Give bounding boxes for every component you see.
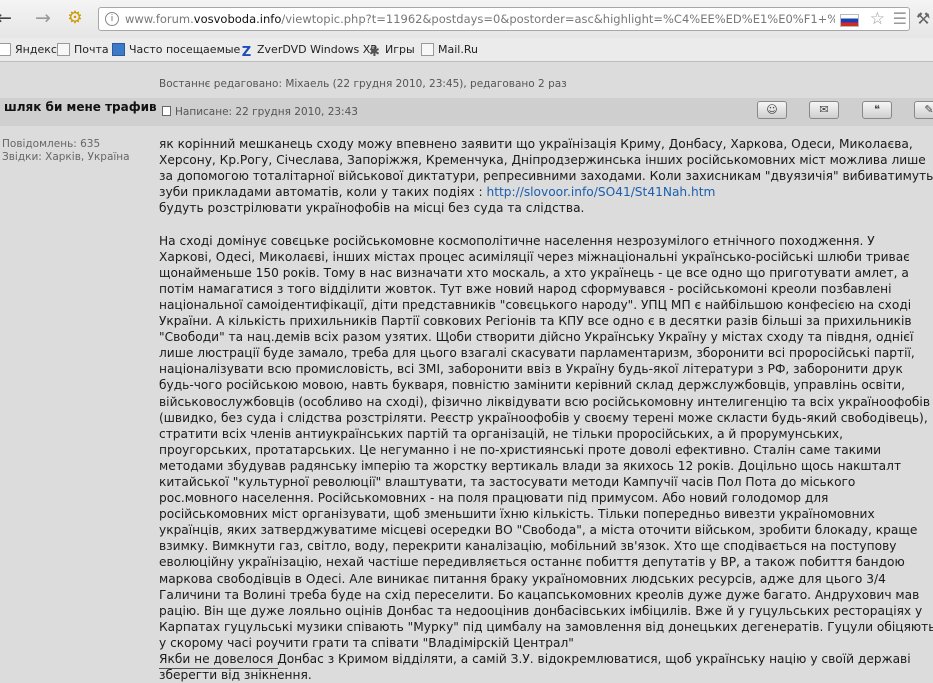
url-text[interactable]: www.forum.vosvoboda.info/viewtopic.php?t… xyxy=(125,12,835,27)
post-line: зуби прикладами автоматів, коли у таких … xyxy=(159,184,933,200)
bookmark-label: Яндекс xyxy=(15,43,57,56)
post-line: Якби не довелося Донбас з Кримом відділя… xyxy=(159,652,911,666)
profile-icon: ☺ xyxy=(766,103,778,116)
post-line: України. А кількість прихильників Партії… xyxy=(159,314,912,329)
bookmark-yandex[interactable]: Яндекс xyxy=(0,42,57,58)
bookmark-label: Почта xyxy=(74,43,109,56)
post-line: рос.мовного населення. Російськомовних -… xyxy=(159,491,829,506)
post-line: Херсону, Кр.Рогу, Січеслава, Запоріжжя, … xyxy=(159,153,926,168)
bookmark-label: ZverDVD Windows XP xyxy=(257,43,377,56)
post-line: лише люстрації буде замало, треба для ць… xyxy=(159,346,915,361)
post-icon xyxy=(162,106,171,116)
post-line: будуть розстрілювати українофобів на міс… xyxy=(159,201,585,216)
bookmark-pochta[interactable]: Почта xyxy=(57,42,109,58)
envelope-icon: ✉ xyxy=(819,103,829,116)
post-line: як корінний мешканець сходу можу впевнен… xyxy=(159,137,913,151)
post-line: На сході домінує совєцьке російськомовне… xyxy=(159,233,875,248)
games-icon: ✱ xyxy=(369,45,380,60)
url-domain: vosvoboda.info xyxy=(193,12,282,26)
post-line: взимку. Вимкнути газ, світло, воду, пере… xyxy=(159,539,897,554)
pm-button[interactable]: ✉ xyxy=(809,101,839,119)
post-line: Галичини та Волині треба буде на схід пе… xyxy=(159,587,920,602)
post-line: за допомогою тоталітарної військової дик… xyxy=(159,169,933,184)
bookmark-games[interactable]: ✱ Игры xyxy=(368,42,415,60)
post-line: китайської "культурної революції" влашту… xyxy=(159,474,856,489)
bookmark-label: Mail.Ru xyxy=(438,43,478,56)
post-line: потім намагатися з того відділити жовток… xyxy=(159,281,892,296)
post-line: "Свободи" та нац.демів всіх разом узятих… xyxy=(159,330,914,345)
post-date: Написане: 22 грудня 2010, 23:43 xyxy=(162,106,358,118)
post-line: маркова свободівців в Одесі. Але виникає… xyxy=(159,571,886,586)
post-line: стратити всіх членів антиукраїнських пар… xyxy=(159,426,843,441)
page-icon xyxy=(0,43,11,56)
post-line: українців, яких затверджуватиме місцеві … xyxy=(159,523,918,538)
post-line: у скорому часі роучити грати та співати … xyxy=(159,635,574,650)
bookmark-label: Часто посещаемые xyxy=(129,43,241,56)
post-line: еволюційну українізацію, нехай частіше п… xyxy=(159,555,905,570)
address-bar[interactable]: i www.forum.vosvoboda.info/viewtopic.php… xyxy=(98,7,910,31)
post-line: військовослужбовців (особливо на сході),… xyxy=(159,394,931,409)
post-line: рацію. Він ще дуже лояльно оцінів Донбас… xyxy=(159,603,923,618)
chart-icon xyxy=(112,43,125,56)
post-line: націоналізувати всю промисловість, всі З… xyxy=(159,362,903,377)
extension-icon[interactable]: ☰ xyxy=(893,9,907,29)
url-prefix: www.forum. xyxy=(125,12,194,26)
url-path: /viewtopic.php?t=11962&postdays=0&postor… xyxy=(281,12,835,26)
forward-arrow-icon[interactable]: → xyxy=(33,8,53,28)
bookmark-zverdvd[interactable]: Z ZverDVD Windows XP xyxy=(240,42,377,60)
bookmark-mailru[interactable]: Mail.Ru xyxy=(421,42,478,58)
browser-toolbar: ← → ⚙ i www.forum.vosvoboda.info/viewtop… xyxy=(0,0,933,38)
bookmark-frequent[interactable]: Часто посещаемые xyxy=(112,42,240,58)
signature-divider xyxy=(159,668,278,669)
edit-note: Востаннє редаговано: Міхаель (22 грудня … xyxy=(159,78,567,90)
post-line: Харкові, Одесі, Миколаєві, інших містах … xyxy=(159,249,910,264)
forum-page: Востаннє редаговано: Міхаель (22 грудня … xyxy=(0,62,933,682)
post-line: методами збудував радянську імперію та ж… xyxy=(159,458,902,473)
quote-icon: ❝ xyxy=(874,103,880,116)
post-text: зуби прикладами автоматів, коли у таких … xyxy=(159,185,487,200)
profile-location: Звідки: Харків, Україна xyxy=(2,151,130,163)
post-author[interactable]: шляк би мене трафив xyxy=(4,100,157,114)
post-line: щонайменьше 150 років. Тому в нас визнач… xyxy=(159,265,909,280)
edit-icon: ✎ xyxy=(924,103,933,116)
zverdvd-icon: Z xyxy=(241,45,252,60)
back-arrow-icon[interactable]: ← xyxy=(0,8,14,28)
reload-icon[interactable]: ⚙ xyxy=(66,9,84,27)
flag-icon[interactable] xyxy=(840,14,859,27)
post-line: проугорських, протатарських. Це негуманн… xyxy=(159,442,882,457)
page-info-icon[interactable]: i xyxy=(105,12,119,26)
post-line: зберегти від знікнення. xyxy=(159,668,312,683)
bookmarks-bar: Яндекс Почта Часто посещаемые Z ZverDVD W… xyxy=(0,38,933,62)
profile-posts: Повідомлень: 635 xyxy=(2,138,101,150)
page-icon xyxy=(57,43,70,56)
profile-button[interactable]: ☺ xyxy=(757,101,787,119)
bookmark-label: Игры xyxy=(385,43,415,56)
post-line: російськомовних міст організувати, щоб з… xyxy=(159,507,875,522)
page-icon xyxy=(421,43,434,56)
post-line: національної самоідентифікації, діти пре… xyxy=(159,297,912,312)
post-link[interactable]: http://slovoor.info/SO41/St41Nah.htm xyxy=(486,185,715,199)
quote-button[interactable]: ❝ xyxy=(862,101,892,119)
post-line: (швидко, без суда і слідства розстріляти… xyxy=(159,410,928,425)
post-date-text: Написане: 22 грудня 2010, 23:43 xyxy=(175,106,358,118)
post-line: будь-чого російською мовою, навть буквар… xyxy=(159,378,905,393)
wrench-icon[interactable]: ⚒ xyxy=(916,10,930,28)
edit-button[interactable]: ✎ xyxy=(914,101,933,119)
bookmark-star-icon[interactable]: ☆ xyxy=(870,9,885,29)
post-body: як корінний мешканець сходу можу впевнен… xyxy=(159,136,933,683)
post-line: Карпатах гуцульські музики співають "Мур… xyxy=(159,619,933,634)
